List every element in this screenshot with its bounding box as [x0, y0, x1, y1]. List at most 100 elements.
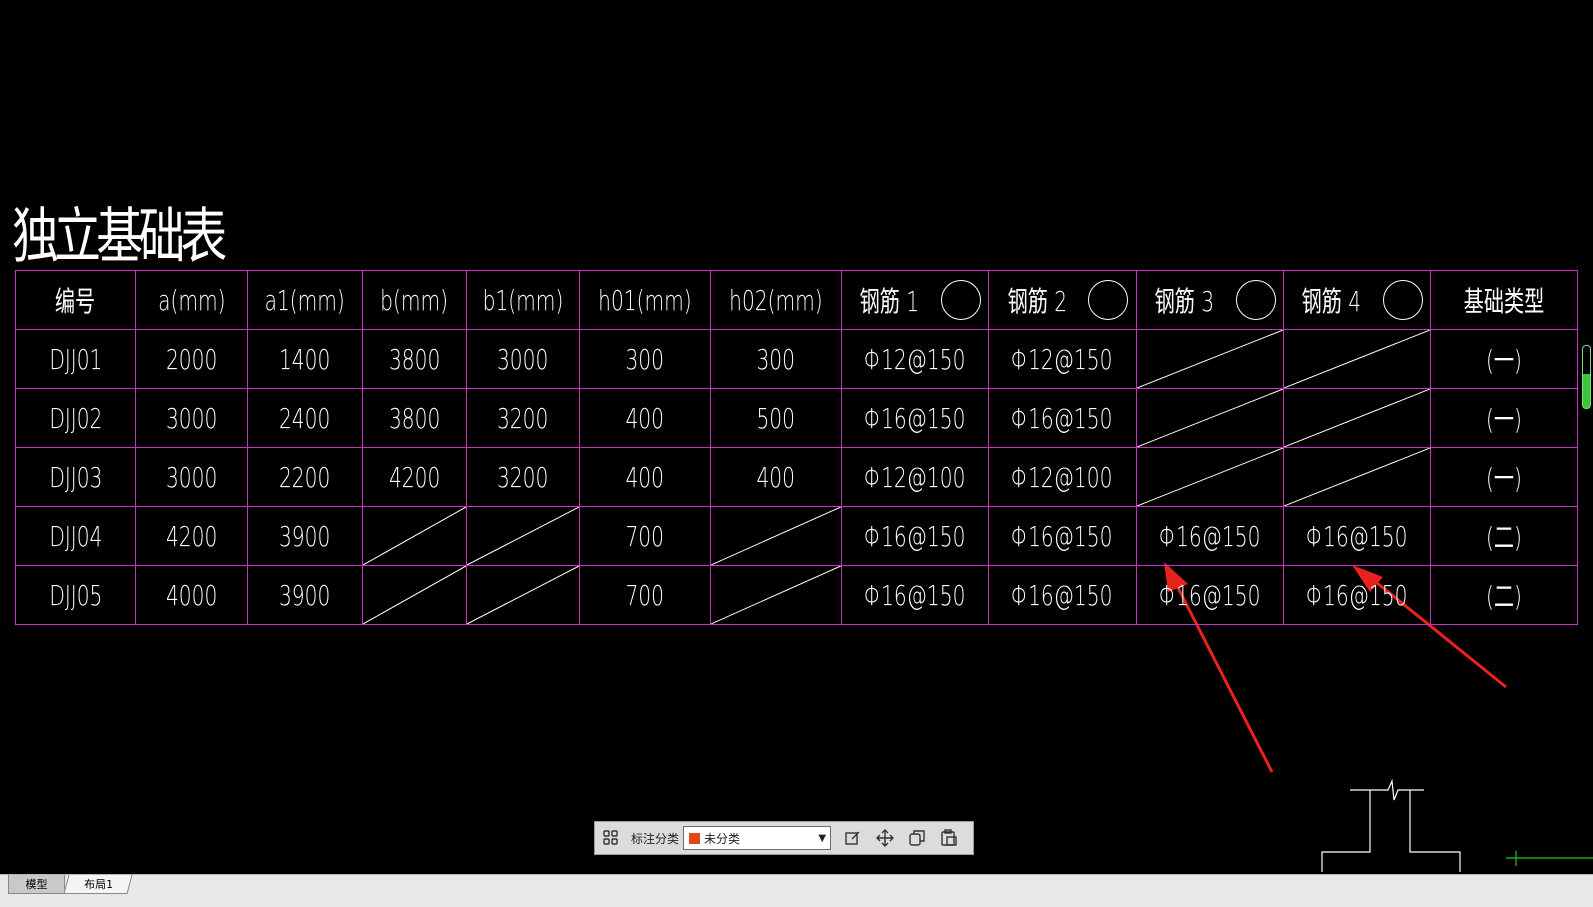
table-cell: DJJ02	[15, 388, 136, 448]
cell-value: 400	[756, 460, 795, 494]
chevron-down-icon: ▼	[818, 832, 827, 844]
table-cell: 3800	[362, 388, 467, 448]
layout-tab-bar: 模型 布局1	[0, 874, 1593, 907]
table-cell: 300	[709, 329, 842, 389]
header-cell: b(mm)	[362, 270, 467, 330]
header-label: a1(mm)	[264, 283, 346, 317]
cell-value: 3200	[497, 460, 549, 494]
header-label: b(mm)	[380, 283, 449, 317]
table-row: DJJ03 3000 2200 4200 3200 400 400 Φ12@100 Φ12@10…	[15, 447, 1578, 507]
header-label: 钢筋 3	[1154, 285, 1215, 318]
edit-icon[interactable]	[840, 825, 866, 851]
cell-value: 4200	[388, 460, 441, 494]
cell-value: Φ16@150	[863, 519, 966, 553]
paste-icon[interactable]	[936, 825, 962, 851]
circle-marker-icon	[940, 280, 981, 320]
header-label: a(mm)	[157, 283, 226, 317]
empty-diagonal-cell	[466, 506, 580, 566]
move-icon[interactable]	[872, 825, 898, 851]
vertical-scrollbar[interactable]	[1582, 345, 1591, 409]
table-cell: 4000	[135, 565, 248, 625]
copy-icon[interactable]	[904, 825, 930, 851]
cell-value: 3900	[279, 519, 331, 553]
table-cell: 3900	[247, 565, 363, 625]
header-label: 钢筋 2	[1007, 285, 1067, 318]
table-cell: Φ16@150	[1282, 506, 1431, 566]
table-cell: 2400	[247, 388, 363, 448]
table-cell: 3000	[466, 329, 580, 389]
table-cell: 3200	[466, 388, 580, 448]
table-cell: 3800	[362, 329, 467, 389]
table-row: DJJ05 4000 3900 700 Φ16@150 Φ16@150 Φ16@150 Φ16…	[15, 565, 1578, 625]
header-cell: a1(mm)	[247, 270, 363, 330]
table-cell: 300	[579, 329, 711, 389]
cell-value: 2000	[165, 342, 218, 376]
cell-value: (一)	[1485, 462, 1522, 495]
empty-diagonal-cell	[362, 506, 467, 566]
cell-value: DJJ01	[48, 342, 103, 376]
header-cell: 钢筋 2	[987, 270, 1137, 330]
table-cell: Φ16@150	[1135, 565, 1284, 625]
select-value: 未分类	[704, 831, 741, 846]
table-cell: (一)	[1429, 329, 1578, 389]
header-cell: 钢筋 1	[840, 270, 989, 330]
table-cell: 3200	[466, 447, 580, 507]
table-cell: 1400	[247, 329, 363, 389]
table-cell: Φ16@150	[987, 565, 1137, 625]
table-cell: 4200	[362, 447, 467, 507]
cell-value: 400	[625, 401, 665, 435]
header-label: h02(mm)	[728, 283, 823, 317]
cell-value: Φ16@150	[863, 401, 966, 435]
cell-value: 1400	[279, 342, 331, 376]
cell-value: 300	[625, 342, 665, 376]
foundation-table: 编号 a(mm) a1(mm) b(mm) b1(mm) h01(mm) h02(mm) 钢筋…	[15, 270, 1578, 625]
cell-value: 3800	[388, 342, 441, 376]
table-cell: 4200	[135, 506, 248, 566]
cell-value: 3000	[165, 401, 218, 435]
table-cell: DJJ04	[15, 506, 136, 566]
header-label: 基础类型	[1463, 285, 1544, 318]
table-cell: 2000	[135, 329, 248, 389]
grid-icon[interactable]	[598, 825, 624, 851]
empty-diagonal-cell	[1282, 388, 1431, 448]
cell-value: 500	[756, 401, 795, 435]
cell-value: Φ12@100	[863, 460, 966, 494]
table-cell: Φ16@150	[840, 565, 989, 625]
table-title: 独立基础表	[12, 202, 227, 272]
table-cell: 3000	[135, 388, 248, 448]
cell-value: 700	[625, 578, 665, 612]
header-label: 钢筋 4	[1301, 285, 1362, 318]
empty-diagonal-cell	[1282, 447, 1431, 507]
green-crosshair	[1506, 851, 1593, 866]
table-cell: Φ12@150	[840, 329, 989, 389]
annotation-category-select[interactable]: 未分类 ▼	[683, 826, 832, 850]
table-cell: Φ16@150	[1135, 506, 1284, 566]
cell-value: (二)	[1485, 521, 1522, 554]
cell-value: Φ16@150	[1011, 401, 1113, 435]
cell-value: 700	[625, 519, 665, 553]
cell-value: Φ12@150	[1011, 342, 1113, 376]
table-cell: (一)	[1429, 388, 1578, 448]
cell-value: 4200	[165, 519, 218, 553]
table-cell: 400	[709, 447, 842, 507]
table-cell: DJJ01	[15, 329, 136, 389]
cell-value: Φ16@150	[1011, 519, 1113, 553]
cell-value: Φ16@150	[1305, 578, 1408, 612]
table-cell: Φ12@100	[840, 447, 989, 507]
header-cell: 基础类型	[1429, 270, 1578, 330]
cell-value: Φ16@150	[1011, 578, 1113, 612]
circle-marker-icon	[1235, 280, 1276, 320]
table-cell: 400	[579, 447, 711, 507]
header-label: h01(mm)	[598, 283, 692, 317]
table-cell: Φ16@150	[987, 388, 1137, 448]
table-cell: Φ12@150	[987, 329, 1137, 389]
cell-value: Φ16@150	[1305, 519, 1408, 553]
cell-value: 300	[756, 342, 795, 376]
tab-model[interactable]: 模型	[8, 875, 65, 894]
cell-value: (二)	[1485, 580, 1522, 613]
header-label: 钢筋 1	[859, 285, 920, 318]
table-cell: 400	[579, 388, 711, 448]
tab-layout1[interactable]: 布局1	[63, 875, 133, 894]
cell-value: 3000	[165, 460, 218, 494]
annotation-category-label: 标注分类	[631, 831, 680, 846]
